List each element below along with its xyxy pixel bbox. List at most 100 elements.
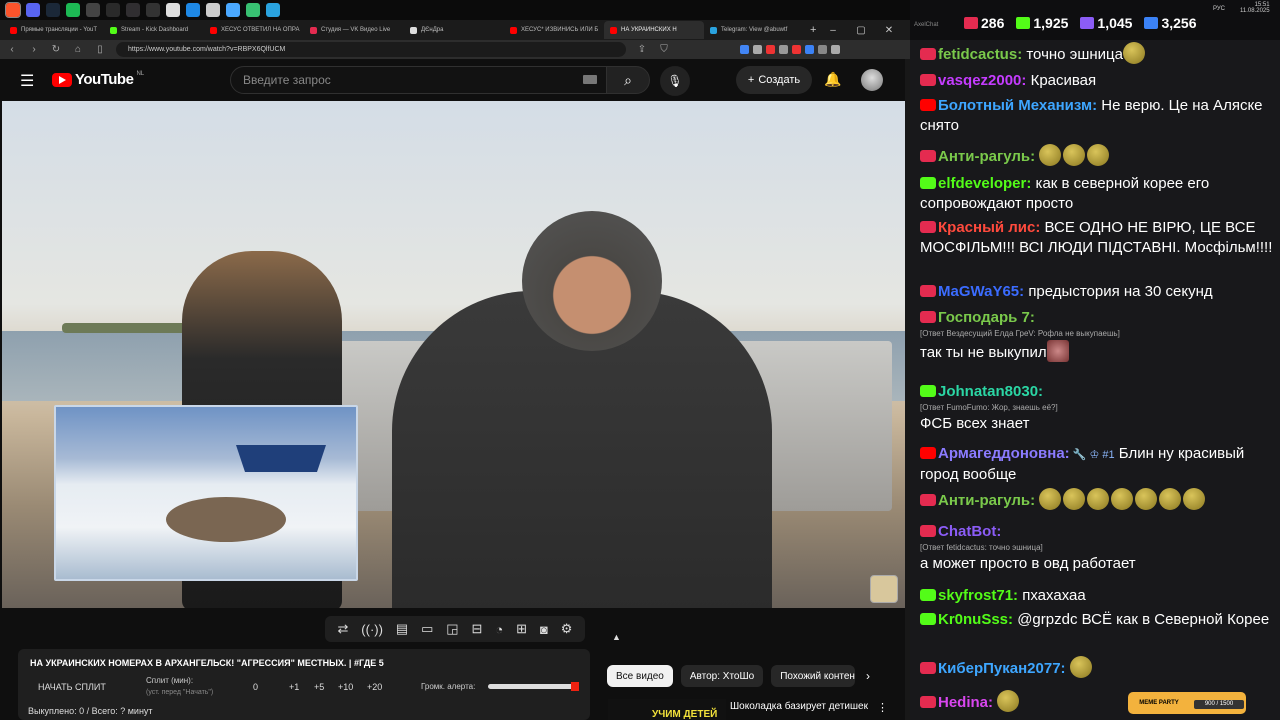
alert-volume-slider[interactable] (488, 682, 579, 691)
extension-icon[interactable] (753, 45, 762, 54)
app-icon[interactable] (166, 3, 180, 17)
minimize-icon[interactable]: – (820, 20, 846, 40)
broadcast-icon[interactable]: ((·)) (361, 622, 383, 637)
video-player[interactable] (2, 101, 905, 608)
chat-username[interactable]: Kr0nuSss: (938, 611, 1013, 628)
discord-icon[interactable] (26, 3, 40, 17)
chat-username[interactable]: Анти-рагуль: (938, 492, 1035, 509)
chat-username[interactable]: ChatBot: (938, 523, 1001, 540)
chat-username[interactable]: elfdeveloper: (938, 175, 1031, 192)
chat-username[interactable]: vasqez2000: (938, 72, 1026, 89)
puzzle-icon[interactable] (831, 45, 840, 54)
extension-icon[interactable] (766, 45, 775, 54)
taskbar (0, 0, 910, 20)
browser-tab[interactable]: Прямые трансляции - YouT (4, 21, 104, 39)
split-plus-10-button[interactable]: +10 (338, 682, 353, 692)
browser-tab[interactable]: НА УКРАИНСКИХ Н (604, 21, 704, 39)
bookmark-icon[interactable]: ▯ (94, 44, 106, 55)
chrome-icon[interactable] (106, 3, 120, 17)
chat-message: КиберПукан2077: (920, 656, 1275, 679)
chat-username[interactable]: Красный лис: (938, 219, 1040, 236)
browser-tab[interactable]: ХЕСУС ОТВЕТИЛ НА ОПРА (204, 21, 304, 39)
extension-icon[interactable] (779, 45, 788, 54)
resize-icon[interactable]: ◲ (446, 621, 458, 637)
app-icon[interactable] (86, 3, 100, 17)
chat-username[interactable]: Анти-рагуль: (938, 148, 1035, 165)
spotify-icon[interactable] (66, 3, 80, 17)
create-button[interactable]: + Создать (736, 66, 812, 94)
app-icon[interactable] (226, 3, 240, 17)
obs-icon[interactable] (126, 3, 140, 17)
kick-platform-icon (920, 385, 936, 397)
new-tab-button[interactable]: + (810, 24, 816, 36)
voice-search-button[interactable]: 🎙 (660, 66, 690, 96)
aspect-icon[interactable]: ▭ (421, 621, 433, 637)
chat-username[interactable]: Господарь 7: (938, 309, 1035, 326)
app-icon[interactable] (246, 3, 260, 17)
language-indicator[interactable]: РУС (1213, 6, 1225, 12)
search-input[interactable]: Введите запрос (230, 66, 610, 94)
app-icon[interactable] (206, 3, 220, 17)
back-icon[interactable]: ‹ (6, 44, 18, 55)
share-icon[interactable]: ⇪ (636, 44, 648, 55)
split-plus-5-button[interactable]: +5 (314, 682, 324, 692)
app-icon[interactable] (186, 3, 200, 17)
chat-username[interactable]: КиберПукан2077: (938, 660, 1066, 677)
start-split-button[interactable]: НАЧАТЬ СПЛИТ (38, 682, 106, 692)
chat-username[interactable]: skyfrost71: (938, 587, 1018, 604)
browser-tab[interactable]: Студия — VK Видео Live (304, 21, 404, 39)
channel-watermark[interactable] (870, 575, 898, 603)
chat-username[interactable]: Hedina: (938, 694, 993, 711)
loop-icon[interactable]: ⇄ (337, 621, 348, 637)
extension-icon[interactable] (792, 45, 801, 54)
split-plus-20-button[interactable]: +20 (367, 682, 382, 692)
slider-knob[interactable] (571, 682, 579, 691)
extension-icon[interactable] (740, 45, 749, 54)
avatar[interactable] (861, 69, 883, 91)
chat-username[interactable]: Армагеддоновна: (938, 445, 1070, 462)
more-vertical-icon[interactable]: ⋮ (877, 701, 888, 714)
shield-icon[interactable]: ⛉ (658, 44, 670, 55)
keyboard-icon[interactable] (583, 75, 597, 84)
add-screen-icon[interactable]: ⊞ (516, 621, 527, 637)
forward-icon[interactable]: › (28, 44, 40, 55)
emote-icon (1046, 340, 1069, 362)
cinema-icon[interactable]: ⊟ (472, 621, 483, 637)
extension-icon[interactable] (805, 45, 814, 54)
chevron-right-icon[interactable]: › (866, 669, 870, 683)
screenshot-icon[interactable]: ◙ (540, 622, 548, 637)
youtube-logo[interactable]: YouTube NL (52, 71, 144, 88)
url-field[interactable]: https://www.youtube.com/watch?v=RBPX6Qlf… (116, 42, 626, 57)
chip-similar[interactable]: Похожий контент (771, 665, 856, 687)
home-icon[interactable]: ⌂ (72, 44, 84, 55)
next-video-title[interactable]: Шоколадка базирует детишек (730, 701, 868, 712)
tab-favicon-icon (710, 26, 717, 34)
chat-username[interactable]: Johnatan8030: (938, 383, 1043, 400)
settings-gear-icon[interactable]: ⚙ (561, 621, 573, 637)
browser-tab[interactable]: ДЄнДра (404, 21, 504, 39)
playlist-eye-icon[interactable]: ▤ (396, 621, 408, 637)
chat-username[interactable]: MaGWaY65: (938, 283, 1024, 300)
chat-username[interactable]: Болотный Механизм: (938, 97, 1097, 114)
reload-icon[interactable]: ↻ (50, 44, 62, 55)
browser-tab[interactable]: Telegram: View @abuwtf (704, 21, 804, 39)
extension-icon[interactable] (818, 45, 827, 54)
app-icon[interactable] (146, 3, 160, 17)
notifications-bell-icon[interactable]: 🔔 (824, 71, 841, 88)
split-plus-1-button[interactable]: +1 (289, 682, 299, 692)
telegram-icon[interactable] (266, 3, 280, 17)
close-window-icon[interactable]: ✕ (876, 20, 902, 40)
maximize-icon[interactable]: ▢ (848, 20, 874, 40)
browser-tab[interactable]: ХЕСУС* ИЗВИНИСЬ ИЛИ Б (504, 21, 604, 39)
browser-tab[interactable]: Stream - Kick Dashboard (104, 21, 204, 39)
search-button[interactable]: ⌕ (606, 66, 650, 94)
chip-all-videos[interactable]: Все видео (607, 665, 673, 687)
split-value[interactable]: 0 (253, 682, 258, 692)
brave-icon[interactable] (5, 2, 21, 18)
menu-icon[interactable]: ☰ (20, 71, 34, 91)
next-video-thumbnail[interactable]: УЧИМ ДЕТЕЙ (608, 699, 726, 720)
chat-username[interactable]: fetidcactus: (938, 46, 1022, 63)
speed-icon[interactable]: ◔ (495, 622, 503, 637)
chip-author[interactable]: Автор: ХтоШо (680, 665, 764, 687)
steam-icon[interactable] (46, 3, 60, 17)
